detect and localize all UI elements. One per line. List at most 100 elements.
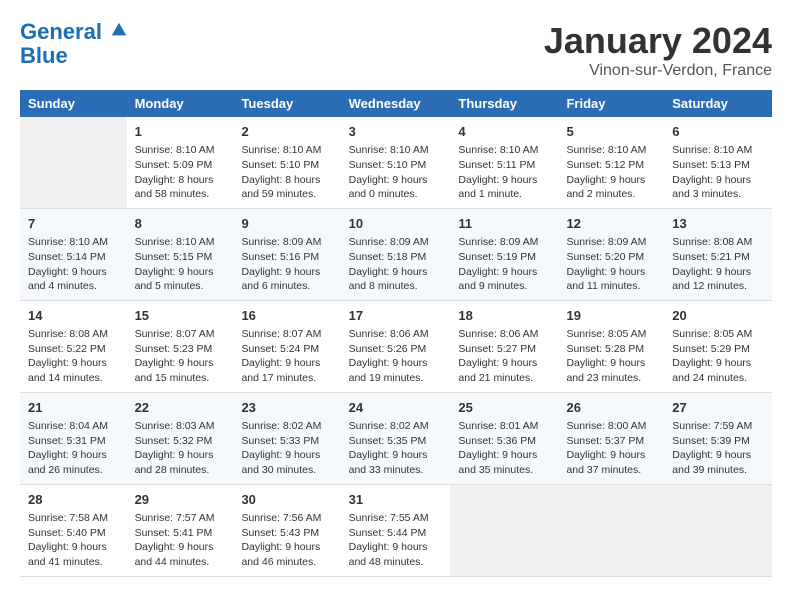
day-number: 30 (241, 491, 332, 509)
calendar-cell: 17Sunrise: 8:06 AMSunset: 5:26 PMDayligh… (341, 300, 451, 392)
header-row: SundayMondayTuesdayWednesdayThursdayFrid… (20, 90, 772, 117)
day-info: Sunrise: 7:56 AMSunset: 5:43 PMDaylight:… (241, 511, 332, 570)
calendar-cell: 31 Sunrise: 7:55 AMSunset: 5:44 PMDayligh… (341, 484, 451, 576)
calendar-cell: 5 Sunrise: 8:10 AMSunset: 5:12 PMDaylight… (558, 117, 664, 208)
calendar-cell: 15 Sunrise: 8:07 AMSunset: 5:23 PMDayligh… (127, 300, 234, 392)
day-number: 12 (566, 215, 656, 233)
day-number: 14 (28, 307, 119, 325)
day-info: Sunrise: 7:55 AMSunset: 5:44 PMDaylight:… (349, 511, 443, 570)
day-info: Sunrise: 8:05 AMSunset: 5:29 PMDaylight:… (672, 327, 764, 386)
header-wednesday: Wednesday (341, 90, 451, 117)
day-number: 8 (135, 215, 226, 233)
week-row-5: 28 Sunrise: 7:58 AMSunset: 5:40 PMDayligh… (20, 484, 772, 576)
calendar-cell: 13 Sunrise: 8:08 AMSunset: 5:21 PMDayligh… (664, 208, 772, 300)
day-info: Sunrise: 8:10 AMSunset: 5:09 PMDaylight:… (135, 143, 226, 202)
logo-text: General Blue (20, 20, 128, 68)
calendar-cell: 18Sunrise: 8:06 AMSunset: 5:27 PMDayligh… (450, 300, 558, 392)
calendar-cell: 8 Sunrise: 8:10 AMSunset: 5:15 PMDaylight… (127, 208, 234, 300)
calendar-table: SundayMondayTuesdayWednesdayThursdayFrid… (20, 90, 772, 577)
week-row-3: 14Sunrise: 8:08 AMSunset: 5:22 PMDayligh… (20, 300, 772, 392)
header-thursday: Thursday (450, 90, 558, 117)
calendar-cell: 26Sunrise: 8:00 AMSunset: 5:37 PMDayligh… (558, 392, 664, 484)
week-row-4: 21Sunrise: 8:04 AMSunset: 5:31 PMDayligh… (20, 392, 772, 484)
day-number: 3 (349, 123, 443, 141)
day-info: Sunrise: 8:09 AMSunset: 5:19 PMDaylight:… (458, 235, 550, 294)
day-number: 27 (672, 399, 764, 417)
day-info: Sunrise: 8:10 AMSunset: 5:15 PMDaylight:… (135, 235, 226, 294)
header-tuesday: Tuesday (233, 90, 340, 117)
day-number: 29 (135, 491, 226, 509)
calendar-cell: 1 Sunrise: 8:10 AMSunset: 5:09 PMDaylight… (127, 117, 234, 208)
calendar-cell: 10 Sunrise: 8:09 AMSunset: 5:18 PMDayligh… (341, 208, 451, 300)
calendar-cell: 9 Sunrise: 8:09 AMSunset: 5:16 PMDaylight… (233, 208, 340, 300)
calendar-cell: 25Sunrise: 8:01 AMSunset: 5:36 PMDayligh… (450, 392, 558, 484)
day-number: 6 (672, 123, 764, 141)
day-info: Sunrise: 8:10 AMSunset: 5:12 PMDaylight:… (566, 143, 656, 202)
calendar-cell: 3 Sunrise: 8:10 AMSunset: 5:10 PMDaylight… (341, 117, 451, 208)
day-number: 26 (566, 399, 656, 417)
day-number: 22 (135, 399, 226, 417)
day-info: Sunrise: 8:09 AMSunset: 5:18 PMDaylight:… (349, 235, 443, 294)
day-number: 1 (135, 123, 226, 141)
calendar-cell: 30 Sunrise: 7:56 AMSunset: 5:43 PMDayligh… (233, 484, 340, 576)
calendar-cell: 6 Sunrise: 8:10 AMSunset: 5:13 PMDaylight… (664, 117, 772, 208)
day-info: Sunrise: 8:10 AMSunset: 5:10 PMDaylight:… (349, 143, 443, 202)
day-info: Sunrise: 8:09 AMSunset: 5:20 PMDaylight:… (566, 235, 656, 294)
day-number: 7 (28, 215, 119, 233)
calendar-cell: 22Sunrise: 8:03 AMSunset: 5:32 PMDayligh… (127, 392, 234, 484)
calendar-cell: 16Sunrise: 8:07 AMSunset: 5:24 PMDayligh… (233, 300, 340, 392)
day-number: 5 (566, 123, 656, 141)
calendar-cell: 14Sunrise: 8:08 AMSunset: 5:22 PMDayligh… (20, 300, 127, 392)
day-number: 23 (241, 399, 332, 417)
day-number: 2 (241, 123, 332, 141)
day-number: 15 (135, 307, 226, 325)
location-title: Vinon-sur-Verdon, France (544, 62, 772, 80)
calendar-cell: 11 Sunrise: 8:09 AMSunset: 5:19 PMDayligh… (450, 208, 558, 300)
day-info: Sunrise: 8:08 AMSunset: 5:21 PMDaylight:… (672, 235, 764, 294)
header-monday: Monday (127, 90, 234, 117)
calendar-cell (664, 484, 772, 576)
day-number: 31 (349, 491, 443, 509)
day-info: Sunrise: 8:05 AMSunset: 5:28 PMDaylight:… (566, 327, 656, 386)
title-block: January 2024 Vinon-sur-Verdon, France (544, 20, 772, 80)
calendar-cell: 28 Sunrise: 7:58 AMSunset: 5:40 PMDayligh… (20, 484, 127, 576)
day-info: Sunrise: 8:10 AMSunset: 5:13 PMDaylight:… (672, 143, 764, 202)
calendar-cell: 29 Sunrise: 7:57 AMSunset: 5:41 PMDayligh… (127, 484, 234, 576)
day-info: Sunrise: 8:10 AMSunset: 5:11 PMDaylight:… (458, 143, 550, 202)
calendar-cell: 12 Sunrise: 8:09 AMSunset: 5:20 PMDayligh… (558, 208, 664, 300)
day-info: Sunrise: 7:59 AMSunset: 5:39 PMDaylight:… (672, 419, 764, 478)
day-number: 16 (241, 307, 332, 325)
day-number: 10 (349, 215, 443, 233)
header-sunday: Sunday (20, 90, 127, 117)
day-number: 11 (458, 215, 550, 233)
calendar-cell: 24Sunrise: 8:02 AMSunset: 5:35 PMDayligh… (341, 392, 451, 484)
calendar-cell: 19 Sunrise: 8:05 AMSunset: 5:28 PMDayligh… (558, 300, 664, 392)
day-info: Sunrise: 8:10 AMSunset: 5:14 PMDaylight:… (28, 235, 119, 294)
day-number: 13 (672, 215, 764, 233)
header-saturday: Saturday (664, 90, 772, 117)
day-info: Sunrise: 8:07 AMSunset: 5:23 PMDaylight:… (135, 327, 226, 386)
day-number: 9 (241, 215, 332, 233)
logo-general: General (20, 19, 102, 44)
calendar-cell (20, 117, 127, 208)
logo: General Blue (20, 20, 128, 68)
calendar-cell: 2 Sunrise: 8:10 AMSunset: 5:10 PMDaylight… (233, 117, 340, 208)
logo-blue: Blue (20, 43, 68, 68)
day-info: Sunrise: 7:58 AMSunset: 5:40 PMDaylight:… (28, 511, 119, 570)
day-info: Sunrise: 7:57 AMSunset: 5:41 PMDaylight:… (135, 511, 226, 570)
day-number: 25 (458, 399, 550, 417)
day-info: Sunrise: 8:02 AMSunset: 5:33 PMDaylight:… (241, 419, 332, 478)
page-header: General Blue January 2024 Vinon-sur-Verd… (20, 20, 772, 80)
day-number: 28 (28, 491, 119, 509)
calendar-cell: 21Sunrise: 8:04 AMSunset: 5:31 PMDayligh… (20, 392, 127, 484)
day-number: 21 (28, 399, 119, 417)
day-info: Sunrise: 8:09 AMSunset: 5:16 PMDaylight:… (241, 235, 332, 294)
calendar-cell: 23 Sunrise: 8:02 AMSunset: 5:33 PMDayligh… (233, 392, 340, 484)
day-info: Sunrise: 8:02 AMSunset: 5:35 PMDaylight:… (349, 419, 443, 478)
week-row-2: 7 Sunrise: 8:10 AMSunset: 5:14 PMDaylight… (20, 208, 772, 300)
calendar-cell (558, 484, 664, 576)
day-number: 19 (566, 307, 656, 325)
day-info: Sunrise: 8:10 AMSunset: 5:10 PMDaylight:… (241, 143, 332, 202)
day-number: 17 (349, 307, 443, 325)
day-info: Sunrise: 8:06 AMSunset: 5:27 PMDaylight:… (458, 327, 550, 386)
